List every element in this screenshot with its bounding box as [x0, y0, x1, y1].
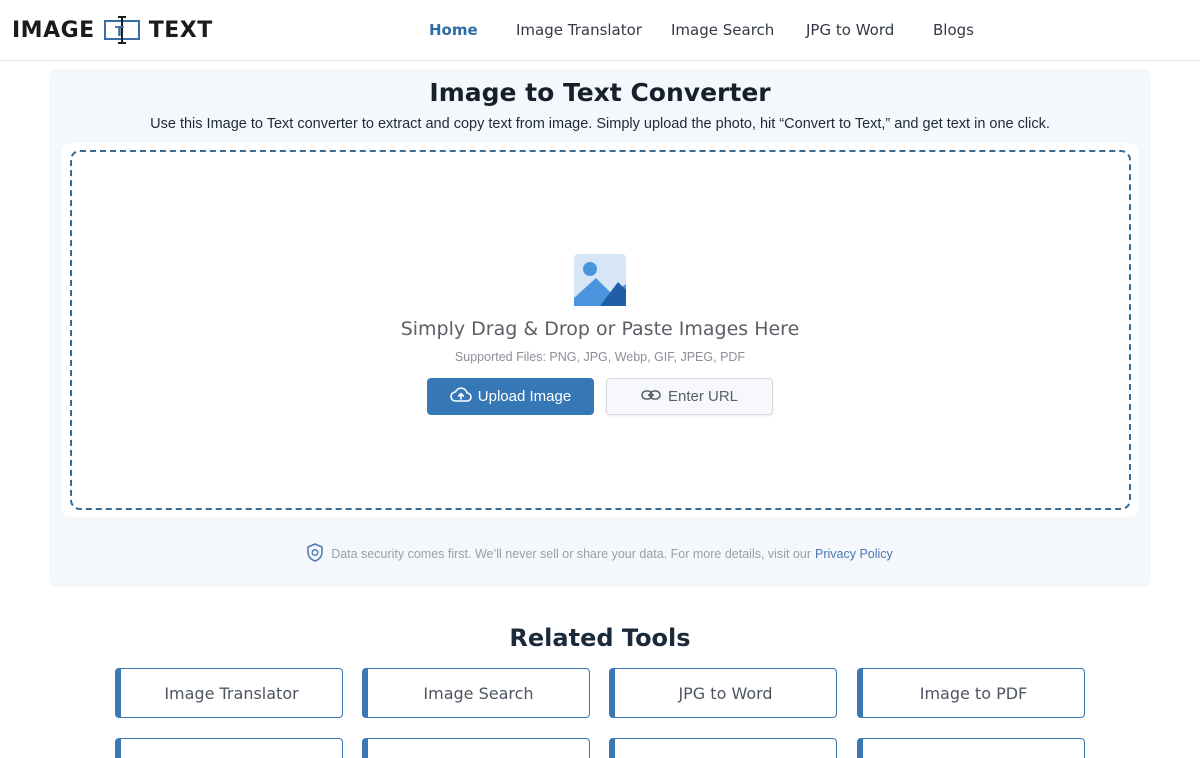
enter-url-button[interactable]: Enter URL	[606, 378, 773, 415]
link-icon	[641, 388, 661, 405]
privacy-policy-link[interactable]: Privacy Policy	[815, 547, 893, 561]
upload-image-label: Upload Image	[477, 388, 572, 405]
tool-image-to-pdf[interactable]: Image to PDF	[857, 668, 1085, 718]
page-title: Image to Text Converter	[429, 78, 771, 107]
nav-image-search[interactable]: Image Search	[671, 21, 774, 39]
security-text: Data security comes first. We’ll never s…	[331, 547, 811, 561]
shield-icon	[307, 543, 323, 565]
tool-jpg-to-word[interactable]: JPG to Word	[609, 668, 837, 718]
tool-row2-item[interactable]	[857, 738, 1085, 758]
tool-row2-item[interactable]	[115, 738, 343, 758]
tool-image-search[interactable]: Image Search	[362, 668, 590, 718]
nav-image-translator[interactable]: Image Translator	[516, 21, 642, 39]
drop-title: Simply Drag & Drop or Paste Images Here	[400, 318, 800, 340]
nav-jpg-to-word[interactable]: JPG to Word	[806, 21, 894, 39]
cloud-upload-icon	[450, 386, 472, 407]
image-placeholder-icon	[574, 254, 626, 306]
tool-image-translator[interactable]: Image Translator	[115, 668, 343, 718]
site-header: IMAGE T TEXT Home Image Translator Image…	[0, 0, 1200, 61]
enter-url-label: Enter URL	[667, 388, 739, 405]
nav-home[interactable]: Home	[429, 21, 478, 39]
tool-row2-item[interactable]	[362, 738, 590, 758]
upload-image-button[interactable]: Upload Image	[427, 378, 594, 415]
related-tools-title: Related Tools	[509, 624, 691, 652]
tool-row2-item[interactable]	[609, 738, 837, 758]
supported-files: Supported Files: PNG, JPG, Webp, GIF, JP…	[454, 350, 746, 364]
page-subtitle: Use this Image to Text converter to extr…	[150, 116, 1050, 132]
nav-blogs[interactable]: Blogs	[933, 21, 974, 39]
security-note: Data security comes first. We’ll never s…	[0, 543, 1200, 565]
main-nav: Home Image Translator Image Search JPG t…	[0, 0, 1200, 61]
